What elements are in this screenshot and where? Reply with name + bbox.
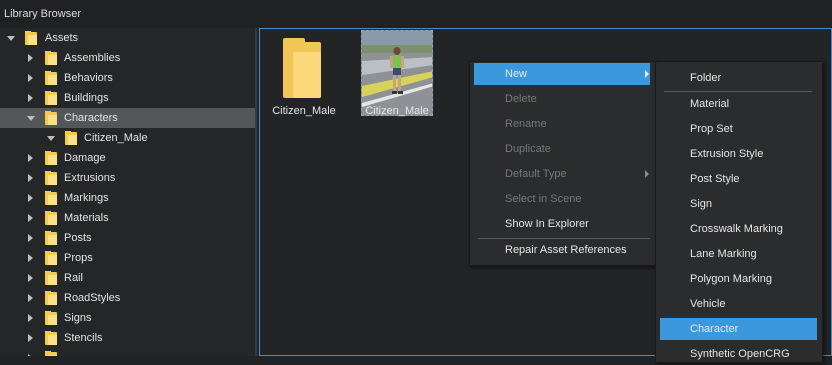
- folder-icon: [45, 171, 57, 185]
- collapse-arrow-icon[interactable]: [27, 116, 35, 121]
- folder-icon: [45, 271, 57, 285]
- submenu-item-crosswalk-marking[interactable]: Crosswalk Marking: [660, 218, 817, 240]
- expand-arrow-icon[interactable]: [28, 254, 33, 262]
- menu-separator: [664, 91, 812, 92]
- tree-item-posts[interactable]: Posts: [0, 228, 255, 248]
- submenu-arrow-icon: [645, 170, 649, 178]
- submenu-item-post-style[interactable]: Post Style: [660, 168, 817, 190]
- folder-icon: [283, 38, 321, 98]
- tree-item-label: Buildings: [64, 92, 109, 104]
- expand-arrow-icon[interactable]: [28, 74, 33, 82]
- submenu-item-sign[interactable]: Sign: [660, 193, 817, 215]
- menu-item-show-in-explorer[interactable]: Show In Explorer: [474, 213, 650, 235]
- expand-arrow-icon[interactable]: [28, 154, 33, 162]
- expand-arrow-icon[interactable]: [28, 294, 33, 302]
- folder-icon: [45, 191, 57, 205]
- tree-item-citizen-male[interactable]: Citizen_Male: [0, 128, 255, 148]
- tree-item-materials[interactable]: Materials: [0, 208, 255, 228]
- expand-arrow-icon[interactable]: [28, 174, 33, 182]
- menu-item-select-in-scene[interactable]: Select in Scene: [474, 188, 650, 210]
- submenu-item-folder[interactable]: Folder: [660, 67, 817, 89]
- tree-item-label: Assets: [45, 32, 79, 44]
- tree-item-label: Signs: [64, 312, 92, 324]
- menu-item-default-type[interactable]: Default Type: [474, 163, 650, 185]
- asset-tile-label: Citizen_Male: [365, 105, 429, 117]
- expand-arrow-icon[interactable]: [28, 314, 33, 322]
- expand-arrow-icon[interactable]: [28, 54, 33, 62]
- folder-icon: [45, 51, 57, 65]
- folder-icon: [45, 311, 57, 325]
- tree-item-props[interactable]: Props: [0, 248, 255, 268]
- tree-item-extrusions[interactable]: Extrusions: [0, 168, 255, 188]
- submenu-item-synthetic-opencrg[interactable]: Synthetic OpenCRG: [660, 343, 817, 365]
- folder-icon: [45, 231, 57, 245]
- tree-root-assets[interactable]: Assets: [0, 28, 255, 48]
- folder-icon: [45, 111, 57, 125]
- folder-icon: [45, 71, 57, 85]
- submenu-item-vehicle[interactable]: Vehicle: [660, 293, 817, 315]
- tree-item-roadstyles[interactable]: RoadStyles: [0, 288, 255, 308]
- submenu-item-character[interactable]: Character: [660, 318, 817, 340]
- tree-item-behaviors[interactable]: Behaviors: [0, 68, 255, 88]
- menu-item-repair-asset-references[interactable]: Repair Asset References: [474, 239, 650, 261]
- submenu-arrow-icon: [645, 70, 649, 78]
- tree-item-rail[interactable]: Rail: [0, 268, 255, 288]
- tree-item-label: Behaviors: [64, 72, 113, 84]
- menu-item-new[interactable]: New: [474, 63, 650, 85]
- collapse-arrow-icon[interactable]: [47, 136, 55, 141]
- folder-icon: [45, 151, 57, 165]
- tree-item-markings[interactable]: Markings: [0, 188, 255, 208]
- window-title: Library Browser: [4, 8, 82, 20]
- tree-item-label: Characters: [64, 112, 118, 124]
- expand-arrow-icon[interactable]: [28, 194, 33, 202]
- folder-icon: [25, 31, 37, 45]
- character-thumbnail: [361, 30, 433, 116]
- menu-item-duplicate[interactable]: Duplicate: [474, 138, 650, 160]
- submenu-item-lane-marking[interactable]: Lane Marking: [660, 243, 817, 265]
- tree-item-buildings[interactable]: Buildings: [0, 88, 255, 108]
- folder-icon: [45, 251, 57, 265]
- folder-icon: [45, 331, 57, 345]
- tree-item-label: Assemblies: [64, 52, 121, 64]
- tree-item-stencils[interactable]: Stencils: [0, 328, 255, 348]
- title-bar: Library Browser: [0, 0, 832, 29]
- folder-icon: [45, 291, 57, 305]
- asset-tile-label: Citizen_Male: [272, 105, 336, 117]
- submenu-item-prop-set[interactable]: Prop Set: [660, 118, 817, 140]
- context-menu: New Delete Rename Duplicate Default Type…: [469, 61, 656, 266]
- tree-item-label: Rail: [64, 272, 83, 284]
- submenu-item-polygon-marking[interactable]: Polygon Marking: [660, 268, 817, 290]
- expand-arrow-icon[interactable]: [28, 214, 33, 222]
- tree-item-partial[interactable]: [0, 348, 255, 356]
- tree-item-label: Props: [64, 252, 93, 264]
- tree-item-assemblies[interactable]: Assemblies: [0, 48, 255, 68]
- expand-arrow-icon[interactable]: [28, 94, 33, 102]
- folder-icon: [45, 211, 57, 225]
- expand-arrow-icon[interactable]: [28, 274, 33, 282]
- expand-arrow-icon[interactable]: [28, 334, 33, 342]
- menu-item-delete[interactable]: Delete: [474, 88, 650, 110]
- new-submenu: Folder Material Prop Set Extrusion Style…: [655, 61, 823, 363]
- collapse-arrow-icon[interactable]: [7, 36, 15, 41]
- submenu-item-material[interactable]: Material: [660, 93, 817, 115]
- tree-item-label: Materials: [64, 212, 109, 224]
- folder-icon: [45, 91, 57, 105]
- folder-icon: [45, 351, 57, 356]
- expand-arrow-icon[interactable]: [28, 234, 33, 242]
- tree-item-characters[interactable]: Characters: [0, 108, 255, 128]
- tree-item-label: Citizen_Male: [84, 132, 148, 144]
- folder-icon: [65, 131, 77, 145]
- menu-item-rename[interactable]: Rename: [474, 113, 650, 135]
- tree-item-label: Stencils: [64, 332, 103, 344]
- submenu-item-extrusion-style[interactable]: Extrusion Style: [660, 143, 817, 165]
- tree-item-damage[interactable]: Damage: [0, 148, 255, 168]
- tree-item-label: Damage: [64, 152, 106, 164]
- tree-item-label: Markings: [64, 192, 109, 204]
- folder-tree[interactable]: Assets Assemblies Behaviors Buildings Ch…: [0, 28, 257, 356]
- tree-item-label: Extrusions: [64, 172, 116, 184]
- tree-item-label: RoadStyles: [64, 292, 121, 304]
- tree-item-signs[interactable]: Signs: [0, 308, 255, 328]
- tree-item-label: Posts: [64, 232, 92, 244]
